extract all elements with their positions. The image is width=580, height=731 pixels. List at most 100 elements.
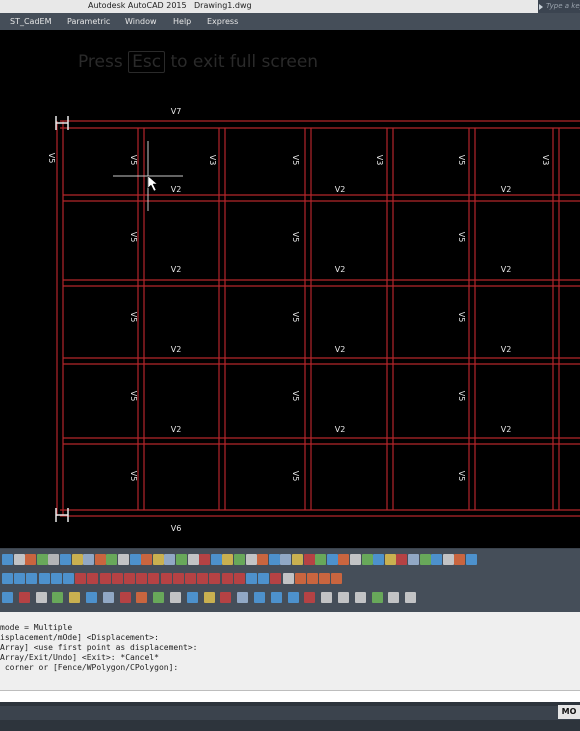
toolbar-tool-icon[interactable] (111, 573, 123, 584)
toolbar-tool-icon[interactable] (419, 554, 431, 565)
toolbar-tool-icon[interactable] (52, 592, 64, 603)
toolbar-tool-icon[interactable] (187, 554, 199, 565)
toolbar-tool-icon[interactable] (350, 554, 361, 565)
toolbar-tool-icon[interactable] (102, 592, 114, 603)
toolbar-tool-icon[interactable] (87, 573, 99, 584)
toolbar-tool-icon[interactable] (50, 573, 62, 584)
toolbar-tool-icon[interactable] (2, 592, 13, 603)
toolbar-tool-icon[interactable] (71, 554, 83, 565)
menu-window[interactable]: Window (125, 13, 157, 30)
toolbar-tool-icon[interactable] (86, 592, 97, 603)
toolbar-tool-icon[interactable] (26, 573, 38, 584)
toolbar-tool-icon[interactable] (246, 573, 257, 584)
toolbar-tool-icon[interactable] (106, 554, 118, 565)
toolbar-tool-icon[interactable] (315, 554, 327, 565)
toolbar-tool-icon[interactable] (257, 554, 269, 565)
toolbar-tool-icon[interactable] (338, 554, 350, 565)
search-input[interactable]: Type a keyword (538, 0, 580, 13)
toolbar-tool-icon[interactable] (294, 573, 306, 584)
toolbar-tool-icon[interactable] (148, 573, 160, 584)
toolbar-tool-icon[interactable] (2, 554, 13, 565)
toolbar-tool-icon[interactable] (384, 554, 396, 565)
toolbar-tool-icon[interactable] (282, 573, 294, 584)
toolbar-tool-icon[interactable] (373, 554, 385, 565)
toolbar-tool-icon[interactable] (35, 592, 47, 603)
toolbar-tool-icon[interactable] (186, 592, 198, 603)
toolbar-tool-icon[interactable] (63, 573, 74, 584)
toolbar-tool-icon[interactable] (354, 592, 366, 603)
toolbar-tool-icon[interactable] (25, 554, 37, 565)
command-input[interactable] (0, 690, 580, 702)
toolbar-tool-icon[interactable] (307, 573, 318, 584)
toolbar-tool-icon[interactable] (153, 592, 165, 603)
toolbar-tool-icon[interactable] (287, 592, 299, 603)
toolbar-tool-icon[interactable] (396, 554, 408, 565)
toolbar-tool-icon[interactable] (210, 554, 222, 565)
toolbar-tool-icon[interactable] (361, 554, 373, 565)
toolbar-tool-icon[interactable] (209, 573, 221, 584)
floor-plan-drawing[interactable]: V7 V6 V5 V2 V2 V2 V2 V2 V2 V2 V2 V2 V2 V2 V2 V5 V5 V5 V5 V5… (0, 30, 580, 548)
toolbar-tool-icon[interactable] (99, 573, 111, 584)
menu-parametric[interactable]: Parametric (67, 13, 110, 30)
toolbar-tool-icon[interactable] (14, 573, 26, 584)
toolbar-tool-icon[interactable] (245, 554, 257, 565)
menu-help[interactable]: Help (173, 13, 191, 30)
toolbar-tool-icon[interactable] (18, 592, 30, 603)
toolbar-tool-icon[interactable] (220, 592, 232, 603)
toolbar-tool-icon[interactable] (118, 554, 129, 565)
toolbar-tool-icon[interactable] (13, 554, 25, 565)
toolbar-tool-icon[interactable] (203, 592, 215, 603)
menu-express[interactable]: Express (207, 13, 238, 30)
toolbar-tool-icon[interactable] (136, 592, 148, 603)
toolbar-tool-icon[interactable] (371, 592, 383, 603)
toolbar-tool-icon[interactable] (292, 554, 303, 565)
menu-st-cadem[interactable]: ST_CadEM (10, 13, 52, 30)
toolbar-tool-icon[interactable] (185, 573, 196, 584)
toolbar-tool-icon[interactable] (466, 554, 477, 565)
toolbar-tool-icon[interactable] (172, 573, 184, 584)
drawing-canvas[interactable]: Press Esc to exit full screen V7 V6 V5 V2 V2… (0, 30, 580, 548)
toolbar-tool-icon[interactable] (304, 592, 316, 603)
toolbar-tool-icon[interactable] (321, 592, 333, 603)
toolbar-tool-icon[interactable] (405, 592, 417, 603)
toolbar-tool-icon[interactable] (160, 573, 172, 584)
toolbar-tool-icon[interactable] (197, 573, 209, 584)
toolbar-tool-icon[interactable] (48, 554, 60, 565)
toolbar-tool-icon[interactable] (254, 592, 265, 603)
toolbar-tool-icon[interactable] (141, 554, 153, 565)
toolbar-tool-icon[interactable] (280, 554, 292, 565)
toolbar-tool-icon[interactable] (221, 573, 233, 584)
toolbar-tool-icon[interactable] (408, 554, 419, 565)
toolbar-tool-icon[interactable] (170, 592, 181, 603)
toolbar-tool-icon[interactable] (152, 554, 164, 565)
toolbar-tool-icon[interactable] (270, 592, 282, 603)
toolbar-tool-icon[interactable] (237, 592, 249, 603)
toolbar-tool-icon[interactable] (124, 573, 135, 584)
toolbar-tool-icon[interactable] (2, 573, 13, 584)
toolbar-tool-icon[interactable] (319, 573, 331, 584)
toolbar-tool-icon[interactable] (176, 554, 187, 565)
toolbar-tool-icon[interactable] (129, 554, 141, 565)
toolbar-tool-icon[interactable] (199, 554, 211, 565)
toolbar-tool-icon[interactable] (164, 554, 176, 565)
toolbar-tool-icon[interactable] (75, 573, 87, 584)
toolbar-tool-icon[interactable] (454, 554, 466, 565)
toolbar-tool-icon[interactable] (270, 573, 282, 584)
toolbar-tool-icon[interactable] (258, 573, 270, 584)
toolbar-tool-icon[interactable] (38, 573, 50, 584)
toolbar-tool-icon[interactable] (338, 592, 349, 603)
toolbar-tool-icon[interactable] (388, 592, 400, 603)
toolbar-tool-icon[interactable] (268, 554, 280, 565)
toolbar-tool-icon[interactable] (233, 573, 245, 584)
toolbar-tool-icon[interactable] (36, 554, 48, 565)
model-button[interactable]: MO (558, 705, 580, 719)
toolbar-tool-icon[interactable] (94, 554, 106, 565)
toolbar-tool-icon[interactable] (222, 554, 234, 565)
toolbar-tool-icon[interactable] (136, 573, 148, 584)
toolbar-tool-icon[interactable] (331, 573, 343, 584)
toolbar-tool-icon[interactable] (60, 554, 71, 565)
toolbar-tool-icon[interactable] (326, 554, 338, 565)
toolbar-tool-icon[interactable] (431, 554, 443, 565)
toolbar-tool-icon[interactable] (442, 554, 454, 565)
toolbar-tool-icon[interactable] (303, 554, 315, 565)
